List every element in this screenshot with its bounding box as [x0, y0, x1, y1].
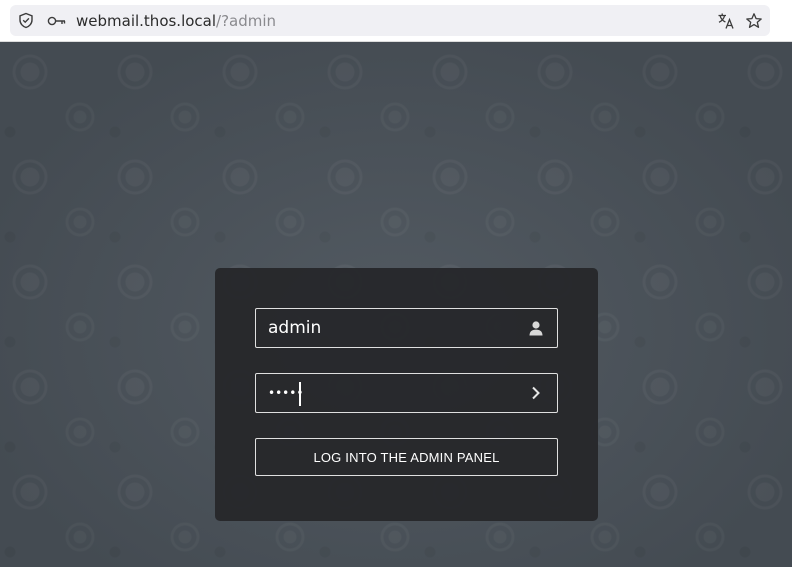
login-panel: ••••• LOG INTO THE ADMIN PANEL: [215, 268, 598, 521]
url-path: /?admin: [216, 11, 277, 30]
password-field[interactable]: •••••: [255, 373, 558, 413]
key-icon[interactable]: [46, 10, 68, 32]
user-icon: [527, 319, 545, 337]
star-icon[interactable]: [743, 10, 765, 32]
username-input[interactable]: [256, 309, 557, 347]
text-cursor: [299, 382, 301, 406]
shield-icon[interactable]: [15, 10, 37, 32]
url-actions: [715, 10, 765, 32]
url-host: webmail.thos.local: [76, 11, 217, 30]
username-field[interactable]: [255, 308, 558, 348]
url-text[interactable]: webmail.thos.local/?admin: [76, 12, 276, 30]
translate-icon[interactable]: [715, 10, 737, 32]
admin-login-button[interactable]: LOG INTO THE ADMIN PANEL: [255, 438, 558, 476]
chevron-right-icon[interactable]: [527, 384, 545, 402]
browser-toolbar: webmail.thos.local/?admin: [0, 0, 792, 42]
address-bar[interactable]: webmail.thos.local/?admin: [10, 5, 770, 36]
